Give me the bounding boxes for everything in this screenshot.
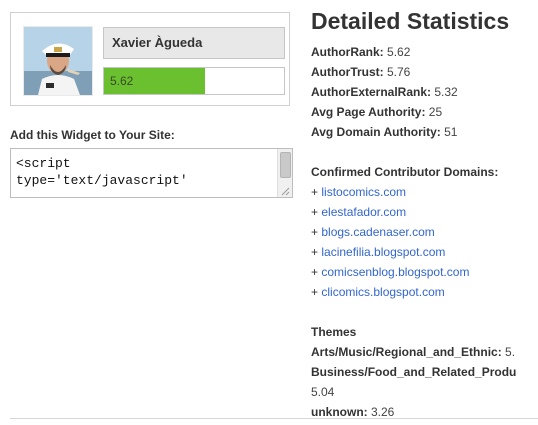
domain-link[interactable]: blogs.cadenaser.com [321, 225, 434, 239]
author-rank-value: 5.62 [110, 74, 134, 88]
embed-code-text[interactable]: <script type='text/javascript' [16, 155, 271, 189]
domain-link[interactable]: clicomics.blogspot.com [321, 285, 444, 299]
stats-title: Detailed Statistics [311, 8, 510, 34]
stat-label: AuthorExternalRank: [311, 85, 432, 99]
stat-value: 5.62 [387, 45, 411, 59]
bullet: + [311, 265, 319, 279]
bullet: + [311, 285, 319, 299]
domain-link[interactable]: listocomics.com [321, 185, 406, 199]
bottom-divider [10, 418, 538, 419]
author-card: Xavier Àgueda 5.62 [10, 12, 290, 106]
bullet: + [311, 245, 319, 259]
theme-row: Business/Food_and_Related_Produ [311, 362, 516, 382]
theme-value: 5. [505, 345, 516, 359]
stat-row: AuthorExternalRank: 5.32 [311, 82, 516, 102]
stat-label: AuthorRank: [311, 45, 384, 59]
author-rank-bar: 5.62 [103, 67, 285, 95]
domain-link[interactable]: comicsenblog.blogspot.com [321, 265, 469, 279]
stat-label: Avg Domain Authority: [311, 125, 441, 139]
avatar[interactable] [23, 26, 93, 96]
stats-list: AuthorRank: 5.62 AuthorTrust: 5.76 Autho… [311, 42, 516, 418]
domain-link[interactable]: lacinefilia.blogspot.com [321, 245, 445, 259]
domain-item: + listocomics.com [311, 182, 516, 202]
bullet: + [311, 225, 319, 239]
theme-label: Arts/Music/Regional_and_Ethnic: [311, 345, 502, 359]
widget-title: Add this Widget to Your Site: [10, 128, 175, 142]
theme-row: Arts/Music/Regional_and_Ethnic: 5. [311, 342, 516, 362]
domain-item: + clicomics.blogspot.com [311, 282, 516, 302]
domain-item: + elestafador.com [311, 202, 516, 222]
stat-value: 5.76 [387, 65, 411, 79]
captain-photo-icon [24, 27, 92, 95]
domain-item: + blogs.cadenaser.com [311, 222, 516, 242]
stat-row: Avg Domain Authority: 51 [311, 122, 516, 142]
domain-link[interactable]: elestafador.com [321, 205, 406, 219]
scrollbar-thumb[interactable] [280, 152, 291, 178]
theme-row: 5.04 [311, 382, 516, 402]
stat-row: Avg Page Authority: 25 [311, 102, 516, 122]
stat-value: 5.32 [434, 85, 458, 99]
resize-grip-icon[interactable] [280, 186, 290, 196]
stat-value: 51 [444, 125, 458, 139]
themes-title: Themes [311, 325, 357, 339]
theme-value: 5.04 [311, 385, 335, 399]
theme-label: Business/Food_and_Related_Produ [311, 365, 517, 379]
detailed-statistics-panel: Detailed Statistics AuthorRank: 5.62 Aut… [311, 0, 538, 418]
bullet: + [311, 205, 319, 219]
stat-label: Avg Page Authority: [311, 105, 426, 119]
domain-item: + comicsenblog.blogspot.com [311, 262, 516, 282]
author-name: Xavier Àgueda [103, 27, 285, 59]
domain-item: + lacinefilia.blogspot.com [311, 242, 516, 262]
bullet: + [311, 185, 319, 199]
embed-code-textarea[interactable]: <script type='text/javascript' [10, 148, 293, 198]
theme-row: unknown: 3.26 [311, 402, 516, 418]
stat-row: AuthorTrust: 5.76 [311, 62, 516, 82]
stat-value: 25 [428, 105, 443, 119]
stat-label: AuthorTrust: [311, 65, 384, 79]
domains-title: Confirmed Contributor Domains: [311, 165, 499, 179]
theme-label: unknown: [311, 405, 368, 418]
stat-row: AuthorRank: 5.62 [311, 42, 516, 62]
theme-value: 3.26 [371, 405, 395, 418]
